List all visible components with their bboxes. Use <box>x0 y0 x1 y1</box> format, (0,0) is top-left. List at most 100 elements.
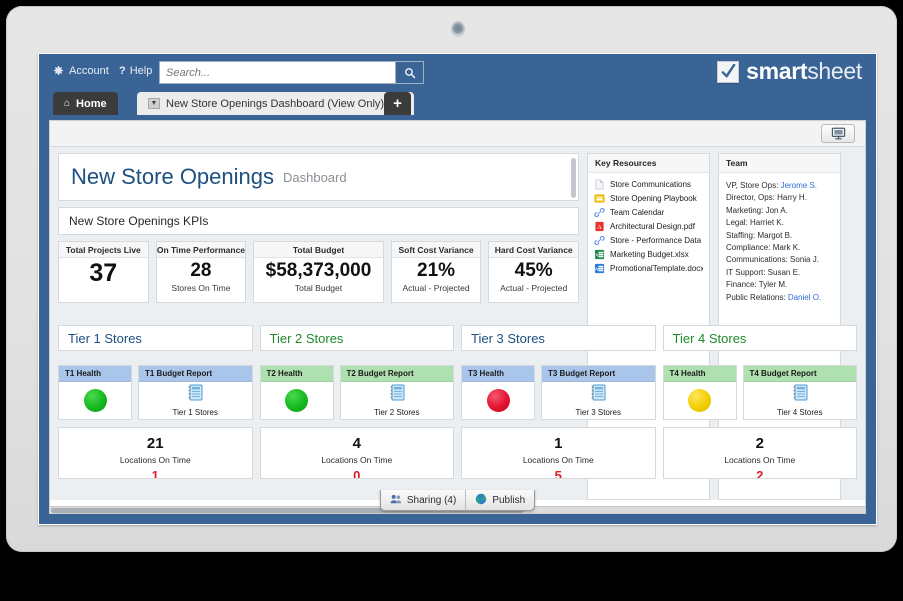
tier-title: Tier 3 Stores <box>461 325 656 351</box>
team-role: Finance: <box>726 280 757 289</box>
list-item: Marketing: Jon A. <box>726 205 833 217</box>
list-item[interactable]: X Marketing Budget.xlsx <box>594 249 703 260</box>
card-header: T1 Budget Report <box>139 366 252 382</box>
help-menu[interactable]: ? Help <box>119 65 152 77</box>
sharing-button[interactable]: Sharing (4) <box>381 490 465 510</box>
status-badge <box>285 389 308 412</box>
tier-1-cards: T1 Health T1 Budget Report Tier 1 Stores <box>58 359 253 420</box>
people-icon <box>390 494 402 507</box>
team-role: Director, Ops: <box>726 193 775 202</box>
team-name: Sonia J. <box>790 255 819 264</box>
tier-1-column: Tier 1 Stores <box>58 325 253 351</box>
tier-4-cards: T4 Health T4 Budget Report Tier 4 Stores <box>663 359 858 420</box>
report-label: Tier 2 Stores <box>374 408 420 417</box>
tier-2-on-time-card: 4 Locations On Time 0 <box>260 427 455 479</box>
tab-dashboard-label: New Store Openings Dashboard (View Only) <box>166 98 384 110</box>
kpi-value: 21% <box>417 261 455 280</box>
team-role: Compliance: <box>726 243 770 252</box>
chevron-down-icon[interactable]: ▼ <box>148 98 160 109</box>
dashboard-workspace: New Store Openings Dashboard New Store O… <box>49 120 866 514</box>
on-time-label: Locations On Time <box>462 455 655 465</box>
list-item: Finance: Tyler M. <box>726 279 833 291</box>
team-role: Legal: <box>726 218 748 227</box>
late-value: 0 <box>261 468 454 479</box>
on-time-label: Locations On Time <box>261 455 454 465</box>
report-notebook-icon <box>792 384 808 406</box>
tier-3-on-time-card: 1 Locations On Time 5 <box>461 427 656 479</box>
publish-button[interactable]: Publish <box>465 490 534 510</box>
tier-2-budget-report-card[interactable]: T2 Budget Report Tier 2 Stores <box>340 365 455 420</box>
team-role: IT Support: <box>726 268 765 277</box>
team-list: VP, Store Ops: Jerome S. Director, Ops: … <box>719 173 840 311</box>
on-time-value: 1 <box>462 436 655 451</box>
dashboard-title-widget: New Store Openings Dashboard <box>58 153 579 201</box>
search-icon <box>404 67 416 79</box>
search-input[interactable] <box>160 62 395 83</box>
list-item[interactable]: Team Calendar <box>594 207 703 218</box>
brand-light: sheet <box>807 58 862 84</box>
team-name[interactable]: Jerome S. <box>781 181 817 190</box>
status-badge <box>688 389 711 412</box>
list-item: Legal: Harriet K. <box>726 217 833 229</box>
list-item[interactable]: Store Communications <box>594 179 703 190</box>
kpi-sublabel: Actual - Projected <box>403 283 470 293</box>
list-item[interactable]: W PromotionalTemplate.docx <box>594 263 703 274</box>
vertical-scrollbar[interactable] <box>571 158 576 198</box>
team-role: Staffing: <box>726 231 755 240</box>
team-name[interactable]: Daniel O. <box>788 293 821 302</box>
card-header: T2 Health <box>261 366 333 382</box>
team-role: Public Relations: <box>726 293 786 302</box>
tab-home[interactable]: ⌂ Home <box>53 92 118 115</box>
kpi-caption: Total Projects Live <box>59 242 148 258</box>
new-tab-button[interactable]: + <box>384 92 411 115</box>
link-icon <box>594 235 605 246</box>
late-value: 1 <box>59 468 252 479</box>
home-icon: ⌂ <box>64 98 70 109</box>
search-button[interactable] <box>395 62 423 83</box>
tier-3-cards: T3 Health T3 Budget Report Tier 3 Stores <box>461 359 656 420</box>
footer-button-group: Sharing (4) Publish <box>380 490 535 511</box>
tab-dashboard[interactable]: ▼ New Store Openings Dashboard (View Onl… <box>137 92 414 115</box>
tier-title: Tier 2 Stores <box>260 325 455 351</box>
monitor-presentation-icon <box>831 127 846 140</box>
account-menu[interactable]: Account <box>53 65 109 77</box>
tier-title: Tier 1 Stores <box>58 325 253 351</box>
card-header: T3 Budget Report <box>542 366 655 382</box>
tier-title: Tier 4 Stores <box>663 325 858 351</box>
list-item[interactable]: Store Opening Playbook <box>594 193 703 204</box>
team-name: Harry H. <box>777 193 807 202</box>
report-label: Tier 1 Stores <box>173 408 219 417</box>
account-label: Account <box>69 65 109 77</box>
tier-section: Tier 1 Stores Tier 2 Stores Tier 3 Store… <box>58 317 857 479</box>
card-header: T4 Health <box>664 366 736 382</box>
smartsheet-app-window: Account ? Help smartsheet <box>38 53 877 525</box>
card-header: T1 Health <box>59 366 131 382</box>
list-item: Director, Ops: Harry H. <box>726 192 833 204</box>
list-item[interactable]: A Architectural Design.pdf <box>594 221 703 232</box>
tab-strip: ⌂ Home ▼ New Store Openings Dashboard (V… <box>39 92 876 115</box>
list-item-label: Store Communications <box>610 180 691 189</box>
tier-4-budget-report-card[interactable]: T4 Budget Report Tier 4 Stores <box>743 365 858 420</box>
kpi-section-header-label: New Store Openings KPIs <box>69 214 208 228</box>
status-badge <box>487 389 510 412</box>
kpi-card-soft-cost-variance: Soft Cost Variance 21% Actual - Projecte… <box>391 241 482 303</box>
kpi-caption: Soft Cost Variance <box>392 242 481 258</box>
kpi-card-total-budget: Total Budget $58,373,000 Total Budget <box>253 241 384 303</box>
svg-text:A: A <box>597 225 602 231</box>
tier-3-budget-report-card[interactable]: T3 Budget Report Tier 3 Stores <box>541 365 656 420</box>
camera-icon <box>452 22 464 36</box>
team-name: Mark K. <box>773 243 801 252</box>
list-item[interactable]: Store - Performance Data <box>594 235 703 246</box>
list-item-label: Marketing Budget.xlsx <box>610 250 689 259</box>
smartsheet-logo: smartsheet <box>717 58 862 85</box>
card-header: T3 Health <box>462 366 534 382</box>
globe-icon <box>475 493 487 508</box>
kpi-sublabel: Total Budget <box>295 283 342 293</box>
key-resources-list: Store Communications Store Opening Playb… <box>588 173 709 280</box>
report-notebook-icon <box>187 384 203 406</box>
presentation-mode-button[interactable] <box>821 124 855 143</box>
tier-1-budget-report-card[interactable]: T1 Budget Report Tier 1 Stores <box>138 365 253 420</box>
list-item-label: PromotionalTemplate.docx <box>610 264 703 273</box>
kpi-card-total-projects-live: Total Projects Live 37 <box>58 241 149 303</box>
key-resources-header: Key Resources <box>588 154 709 173</box>
